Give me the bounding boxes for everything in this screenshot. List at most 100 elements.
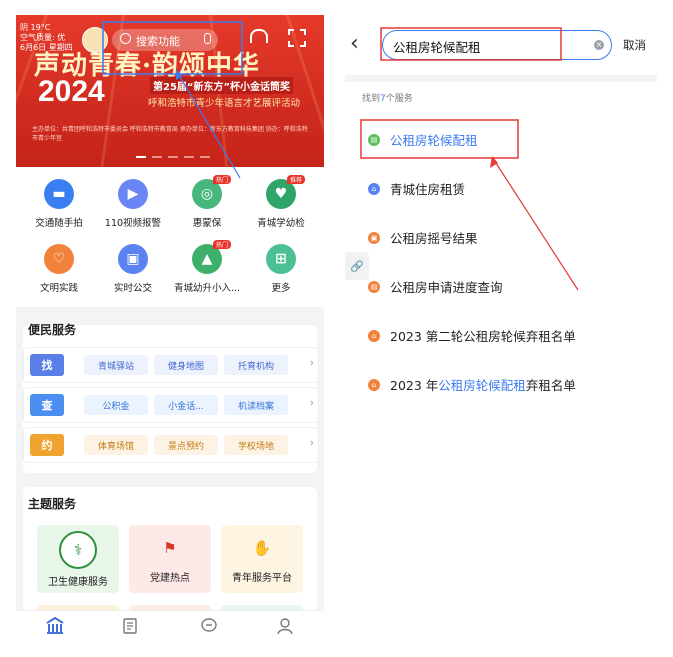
bottom-tab-bar: [16, 610, 324, 643]
grid-label: 实时公交: [113, 283, 152, 294]
chip-school-venue[interactable]: 学校场地: [224, 435, 288, 455]
promo-banner[interactable]: 阴 19°C 空气质量: 优 6月6日 星期四 搜索功能 声动青春·韵颂中华 2…: [16, 15, 324, 167]
chat-icon[interactable]: [200, 617, 218, 635]
chip-station[interactable]: 青城驿站: [84, 355, 148, 375]
home-icon[interactable]: [46, 617, 64, 635]
hot-badge: 热门: [213, 240, 232, 249]
result-text: 弃租名单: [525, 378, 576, 393]
divider: [345, 75, 657, 82]
clear-icon[interactable]: ×: [594, 40, 604, 50]
result-text: 公租房摇号结果: [390, 231, 478, 246]
party-flag-icon: ⚑: [163, 539, 177, 557]
result-item[interactable]: ⌂ 2023 第二轮公租房轮候弃租名单: [368, 326, 576, 345]
list-icon: ⌂: [368, 378, 380, 391]
lottery-icon: ▣: [368, 231, 380, 244]
chip-housing-fund[interactable]: 公积金: [84, 395, 148, 415]
result-count-suffix: 个服务: [385, 94, 413, 104]
search-icon: [120, 33, 131, 44]
chip-stadium[interactable]: 体育场馆: [84, 435, 148, 455]
headset-icon[interactable]: [250, 29, 268, 43]
car-icon: ▬: [44, 179, 74, 209]
grid-label: 110视频报警: [104, 218, 162, 229]
microphone-icon[interactable]: [204, 33, 211, 44]
search-value: 公租房轮候配租: [393, 40, 481, 55]
chip-scenic[interactable]: 景点预约: [154, 435, 218, 455]
chip-fitness-map[interactable]: 健身地图: [154, 355, 218, 375]
list-icon: ⌂: [368, 329, 380, 342]
result-item[interactable]: ⌂ 2023 年公租房轮候配租 弃租名单: [368, 375, 576, 394]
result-text: 2023 年: [390, 378, 439, 393]
grid-item-school-check[interactable]: ♥ 推荐 青城学幼检: [245, 175, 317, 229]
chip-microphone[interactable]: 小金话...: [154, 395, 218, 415]
grid-item-traffic[interactable]: ▬ 交通随手拍: [23, 179, 95, 229]
grid-label: 文明实践: [39, 283, 78, 294]
grid-item-insurance[interactable]: ◎ 热门 惠蒙保: [171, 175, 243, 229]
weather-temp: 阴 19°C: [20, 23, 51, 32]
grid-label: 交通随手拍: [35, 218, 83, 229]
section-title: 主题服务: [28, 497, 77, 511]
grid-item-more[interactable]: ⊞ 更多: [245, 244, 317, 294]
document-icon: ▤: [368, 133, 380, 146]
card-health[interactable]: ⚕ 卫生健康服务: [37, 525, 119, 593]
link-icon[interactable]: 🔗: [345, 252, 369, 280]
video-alarm-icon: ▶: [118, 179, 148, 209]
health-logo-icon: ⚕: [59, 531, 97, 569]
service-row-find: 找 青城驿站 健身地图 托育机构 ›: [23, 347, 319, 383]
recommend-badge: 推荐: [287, 175, 306, 184]
news-icon[interactable]: [122, 617, 140, 635]
chip-childcare[interactable]: 托育机构: [224, 355, 288, 375]
result-item[interactable]: ▣ 公租房摇号结果: [368, 228, 478, 247]
result-text: 青城住房租赁: [390, 182, 466, 197]
card-party[interactable]: ⚑ 党建热点: [129, 525, 211, 593]
profile-icon[interactable]: [276, 617, 294, 635]
result-text-highlight: 公租房轮候配租: [438, 378, 526, 393]
cancel-button[interactable]: 取消: [623, 37, 646, 53]
grid-item-school-enroll[interactable]: ▲ 热门 青城幼升小入...: [171, 240, 243, 294]
house-icon: ⌂: [368, 182, 380, 195]
card-label: 青年服务平台: [232, 573, 292, 584]
carousel-indicator: [136, 156, 210, 158]
bus-icon: ▣: [118, 244, 148, 274]
row-tag: 约: [30, 434, 64, 456]
grid-item-bus[interactable]: ▣ 实时公交: [97, 244, 169, 294]
grid-item-civilization[interactable]: ♡ 文明实践: [23, 244, 95, 294]
youth-hands-icon: ✋: [252, 539, 272, 557]
row-tag: 查: [30, 394, 64, 416]
banner-subtitle-2: 呼和浩特市青少年语言才艺展评活动: [148, 98, 301, 109]
grid-label: 惠蒙保: [192, 218, 222, 229]
more-grid-icon: ⊞: [266, 244, 296, 274]
search-input[interactable]: 公租房轮候配租 ×: [382, 30, 612, 60]
home-screen: 阴 19°C 空气质量: 优 6月6日 星期四 搜索功能 声动青春·韵颂中华 2…: [16, 15, 324, 643]
row-tag: 找: [30, 354, 64, 376]
service-grid: ▬ 交通随手拍 ▶ 110视频报警 ◎ 热门 惠蒙保 ♥ 推荐 青城学幼检 ♡ …: [16, 167, 324, 307]
card-label: 卫生健康服务: [48, 577, 108, 588]
result-text: 公租房申请进度查询: [390, 280, 503, 295]
banner-fine-print: 主办单位：共青团呼和浩特市委员会 呼和浩特市教育局 承办单位：新东方教育科技集团…: [32, 126, 308, 142]
result-text: 公租房轮候配租: [390, 133, 478, 148]
convenience-services: 便民服务 找 青城驿站 健身地图 托育机构 › 查 公积金 小金话... 机读档…: [23, 323, 319, 473]
card-label: 党建热点: [150, 573, 190, 584]
chevron-right-icon[interactable]: ›: [310, 436, 314, 449]
chip-archive[interactable]: 机读档案: [224, 395, 288, 415]
banner-subtitle: 第25届“新东方”杯小金话筒奖: [150, 77, 294, 94]
scan-icon[interactable]: [288, 29, 306, 47]
hot-badge: 热门: [213, 175, 232, 184]
progress-icon: ▤: [368, 280, 380, 293]
heart-icon: ♡: [44, 244, 74, 274]
grid-label: 更多: [271, 283, 291, 294]
back-arrow-icon[interactable]: ‹: [350, 31, 359, 56]
result-item[interactable]: ▤ 公租房轮候配租: [368, 130, 478, 149]
chevron-right-icon[interactable]: ›: [310, 396, 314, 409]
grid-item-video-alarm[interactable]: ▶ 110视频报警: [97, 179, 169, 229]
chevron-right-icon[interactable]: ›: [310, 356, 314, 369]
service-row-query: 查 公积金 小金话... 机读档案 ›: [23, 387, 319, 423]
result-count: 找到7个服务: [362, 91, 413, 104]
banner-year: 2024: [38, 75, 105, 108]
grid-label: 青城幼升小入...: [173, 283, 241, 294]
result-item[interactable]: ⌂ 青城住房租赁: [368, 179, 465, 198]
grid-label: 青城学幼检: [257, 218, 305, 229]
result-item[interactable]: ▤ 公租房申请进度查询: [368, 277, 503, 296]
card-youth[interactable]: ✋ 青年服务平台: [221, 525, 303, 593]
result-text: 2023 第二轮公租房轮候弃租名单: [390, 329, 576, 344]
search-screen: ‹ 公租房轮候配租 × 取消 找到7个服务 ▤ 公租房轮候配租 ⌂ 青城住房租赁…: [345, 15, 657, 643]
